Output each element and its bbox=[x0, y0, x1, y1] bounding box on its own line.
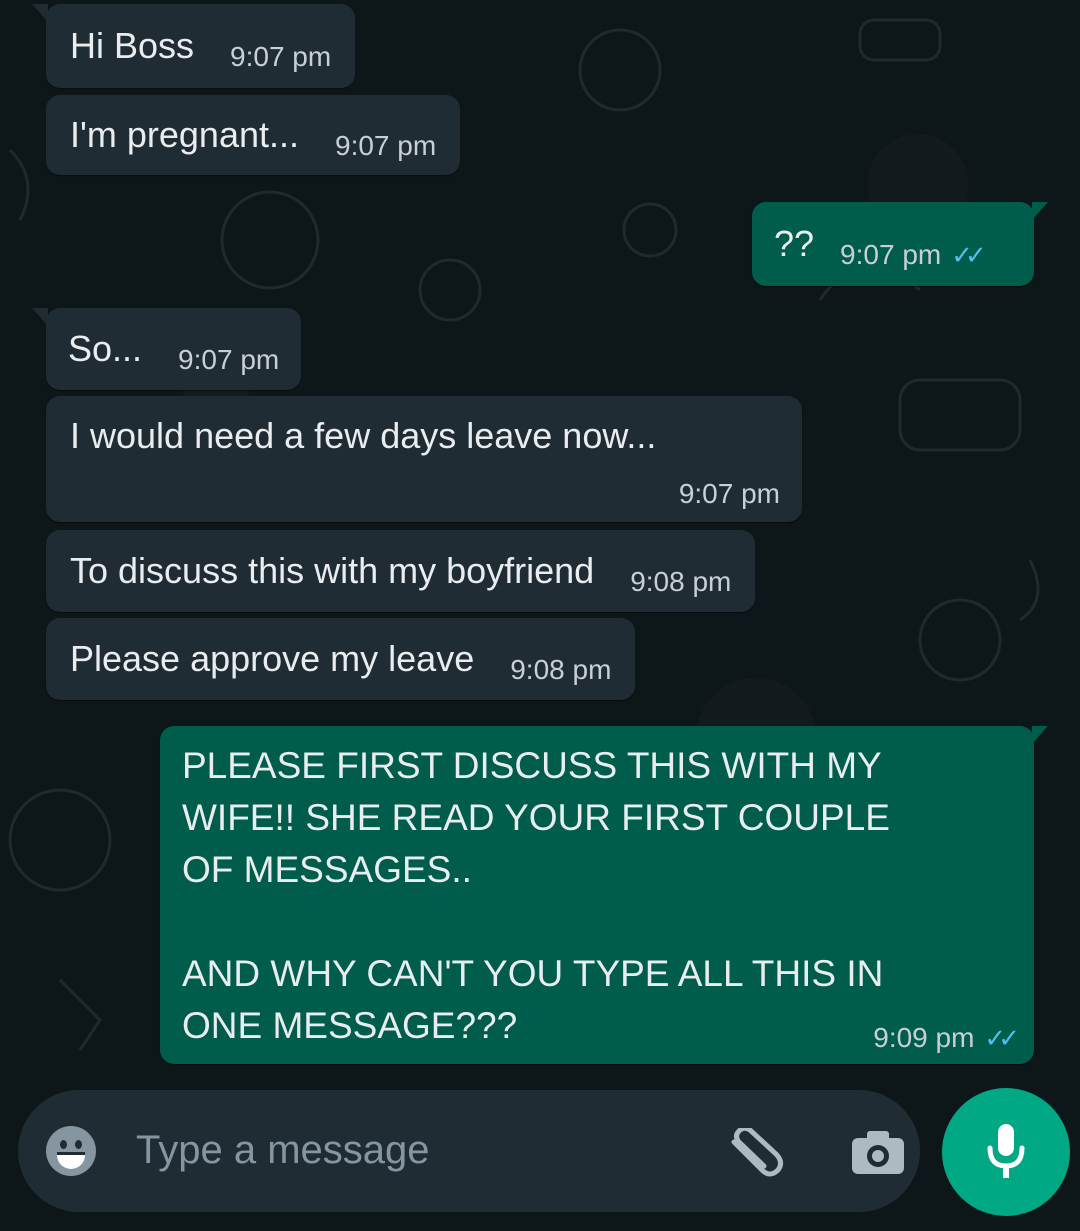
message-text: Hi Boss bbox=[70, 25, 195, 66]
emoji-icon[interactable] bbox=[46, 1126, 96, 1176]
message-input[interactable]: Type a message bbox=[136, 1128, 430, 1173]
message-time: 9:07 pm bbox=[678, 478, 780, 509]
message-bubble-incoming[interactable]: So... 9:07 pm bbox=[31, 308, 302, 390]
message-time: 9:08 pm bbox=[510, 654, 612, 685]
message-bubble-incoming[interactable]: To discuss this with my boyfriend 9:08 p… bbox=[46, 530, 756, 612]
message-time: 9:07 pm bbox=[178, 344, 280, 375]
message-bubble-outgoing[interactable]: PLEASE FIRST DISCUSS THIS WITH MY WIFE!!… bbox=[160, 726, 1048, 1064]
microphone-icon bbox=[987, 1124, 1025, 1178]
message-text: I would need a few days leave now... bbox=[70, 415, 657, 456]
message-text: Please approve my leave bbox=[70, 638, 475, 679]
message-time: 9:07 pm bbox=[230, 41, 332, 72]
message-time: 9:07 pm bbox=[335, 130, 437, 161]
message-text: I'm pregnant... bbox=[70, 114, 299, 155]
message-text: ?? bbox=[774, 223, 815, 264]
chat-area: Hi Boss 9:07 pm I'm pregnant... 9:07 pm … bbox=[0, 0, 1080, 1080]
message-time: 9:07 pm ✓✓ bbox=[840, 239, 987, 270]
message-time: 9:08 pm bbox=[630, 566, 732, 597]
double-check-icon: ✓✓ bbox=[984, 1023, 1019, 1053]
message-text: So... bbox=[68, 328, 143, 369]
message-bubble-incoming[interactable]: I would need a few days leave now... 9:0… bbox=[46, 396, 802, 522]
message-text: PLEASE FIRST DISCUSS THIS WITH MY WIFE!!… bbox=[182, 745, 890, 1046]
message-time: 9:09 pm ✓✓ bbox=[873, 1022, 1020, 1053]
message-composer[interactable]: Type a message bbox=[18, 1090, 920, 1212]
camera-icon[interactable] bbox=[850, 1128, 906, 1176]
message-bubble-incoming[interactable]: Please approve my leave 9:08 pm bbox=[46, 618, 636, 700]
paperclip-icon[interactable] bbox=[726, 1128, 786, 1180]
message-text: To discuss this with my boyfriend bbox=[70, 550, 595, 591]
message-bubble-incoming[interactable]: I'm pregnant... 9:07 pm bbox=[46, 95, 461, 175]
double-check-icon: ✓✓ bbox=[951, 240, 986, 270]
message-bubble-outgoing[interactable]: ?? 9:07 pm ✓✓ bbox=[752, 202, 1048, 286]
message-bubble-incoming[interactable]: Hi Boss 9:07 pm bbox=[31, 4, 356, 88]
microphone-button[interactable] bbox=[942, 1088, 1070, 1216]
